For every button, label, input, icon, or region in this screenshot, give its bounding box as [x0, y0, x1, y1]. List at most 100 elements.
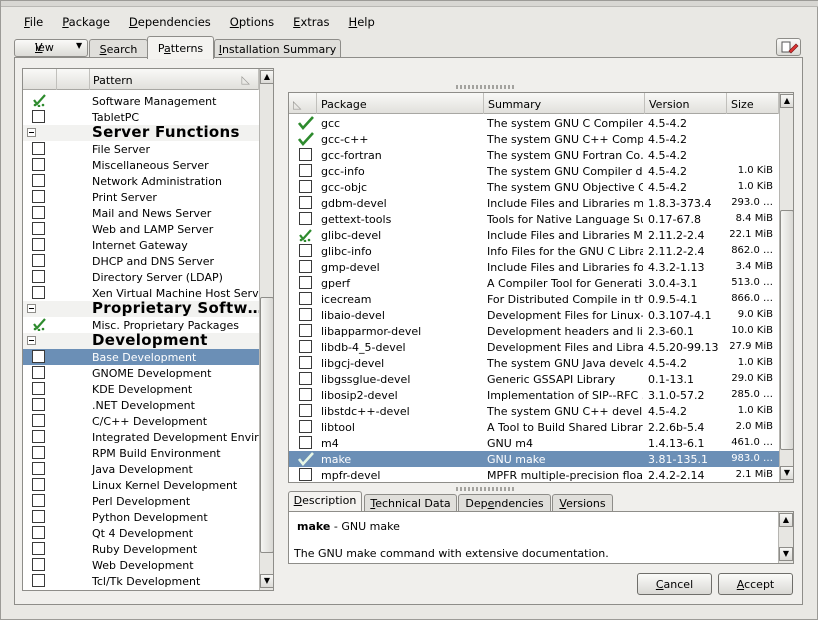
scroll-down-arrow-icon[interactable]: ▼ [779, 547, 793, 561]
package-checkbox[interactable] [299, 212, 312, 225]
auto-install-check-icon[interactable] [32, 93, 46, 108]
pattern-row[interactable]: Internet Gateway [23, 237, 259, 253]
package-row[interactable]: mpfr-devel MPFR multiple-precision floati… [289, 467, 779, 482]
pattern-checkbox[interactable] [32, 382, 45, 395]
pattern-row[interactable]: Java Development [23, 461, 259, 477]
pattern-row[interactable]: KDE Development [23, 381, 259, 397]
view-menu-button[interactable]: View ▼ [14, 39, 88, 57]
scroll-up-arrow-icon[interactable]: ▲ [260, 70, 273, 84]
pattern-row[interactable]: Integrated Development Envir… [23, 429, 270, 445]
pattern-checkbox[interactable] [32, 174, 45, 187]
package-row[interactable]: gdbm-devel Include Files and Libraries ma… [289, 195, 779, 211]
package-row[interactable]: gcc-objc The system GNU Objective C… 4.5-4… [289, 179, 779, 195]
scroll-up-arrow-icon[interactable]: ▲ [779, 513, 793, 527]
package-row[interactable]: gcc The system GNU C Compiler 4.5-4.2 [289, 115, 779, 131]
pattern-scroll-thumb[interactable] [260, 297, 273, 553]
package-scroll-thumb[interactable] [780, 210, 793, 450]
package-row[interactable]: icecream For Distributed Compile in th… 0.… [289, 291, 779, 307]
pattern-row[interactable]: Tcl/Tk Development [23, 573, 259, 589]
package-row[interactable]: m4 GNU m4 1.4.13-6.1 461.0 … [289, 435, 779, 451]
tab-dependencies[interactable]: Dependencies [458, 494, 551, 511]
pattern-row[interactable]: RPM Build Environment [23, 445, 259, 461]
accept-button[interactable]: Accept [718, 573, 793, 595]
pattern-checkbox[interactable] [32, 494, 45, 507]
pattern-checkbox[interactable] [32, 158, 45, 171]
package-checkbox[interactable] [299, 292, 312, 305]
package-column-header[interactable]: Package [317, 93, 484, 114]
pattern-row[interactable]: Print Server [23, 189, 259, 205]
package-row[interactable]: libaio-devel Development Files for Linux-… [289, 307, 779, 323]
tab-search[interactable]: Search [89, 39, 148, 59]
package-checkbox[interactable] [299, 260, 312, 273]
collapse-minus-icon[interactable] [27, 336, 36, 345]
package-checkbox[interactable] [299, 180, 312, 193]
tab-description[interactable]: Description [288, 491, 362, 511]
pattern-checkbox[interactable] [32, 398, 45, 411]
package-checkbox[interactable] [299, 324, 312, 337]
package-table-scrollbar[interactable]: ▲ ▼ [779, 93, 793, 482]
pattern-row[interactable]: C/C++ Development [23, 413, 259, 429]
package-checkbox[interactable] [299, 196, 312, 209]
package-checkbox[interactable] [299, 308, 312, 321]
menu-item-options[interactable]: Options [217, 13, 280, 33]
scroll-down-arrow-icon[interactable]: ▼ [260, 574, 273, 588]
tab-patterns[interactable]: Patterns [147, 36, 214, 59]
pattern-row[interactable]: Web and LAMP Server [23, 221, 259, 237]
pattern-row[interactable]: Linux Kernel Development [23, 477, 259, 493]
package-checkbox[interactable] [299, 388, 312, 401]
pattern-checkbox[interactable] [32, 414, 45, 427]
splitter-grip[interactable] [456, 85, 516, 89]
icon-column-header[interactable] [57, 69, 90, 90]
package-checkbox[interactable] [299, 436, 312, 449]
pattern-row[interactable]: Ruby Development [23, 541, 259, 557]
package-row[interactable]: libapparmor-devel Development headers and… [289, 323, 779, 339]
tab-technical-data[interactable]: Technical Data [364, 494, 457, 511]
collapse-minus-icon[interactable] [27, 304, 36, 313]
package-row[interactable]: libgcj-devel The system GNU Java develo… 4… [289, 355, 779, 371]
status-column-header[interactable]: ◺ [289, 93, 317, 114]
menu-item-file[interactable]: File [11, 13, 49, 33]
pattern-checkbox[interactable] [32, 462, 45, 475]
package-row[interactable]: gmp-devel Include Files and Libraries for… [289, 259, 779, 275]
package-row[interactable]: gcc-c++ The system GNU C++ Comp… 4.5-4.2 [289, 131, 779, 147]
pattern-row[interactable]: File Server [23, 141, 259, 157]
pattern-checkbox[interactable] [32, 574, 45, 587]
package-checkbox[interactable] [299, 164, 312, 177]
pattern-checkbox[interactable] [32, 446, 45, 459]
package-row[interactable]: glibc-devel Include Files and Libraries M… [289, 227, 779, 243]
pattern-category[interactable]: Development [23, 331, 259, 349]
pattern-checkbox[interactable] [32, 510, 45, 523]
pattern-checkbox[interactable] [32, 190, 45, 203]
pattern-checkbox[interactable] [32, 254, 45, 267]
pattern-checkbox[interactable] [32, 206, 45, 219]
pattern-row[interactable]: Miscellaneous Server [23, 157, 259, 173]
pattern-row[interactable]: GNOME Development [23, 365, 259, 381]
version-column-header[interactable]: Version [645, 93, 727, 114]
package-checkbox[interactable] [299, 404, 312, 417]
tab-installation-summary[interactable]: Installation Summary [214, 39, 341, 59]
package-row[interactable]: libosip2-devel Implementation of SIP--RFC… [289, 387, 779, 403]
scroll-down-arrow-icon[interactable]: ▼ [780, 466, 793, 480]
pattern-checkbox[interactable] [32, 350, 45, 363]
pattern-category[interactable]: Proprietary Softw… [23, 299, 263, 317]
pattern-checkbox[interactable] [32, 222, 45, 235]
menu-item-package[interactable]: Package [49, 13, 116, 33]
package-checkbox[interactable] [299, 276, 312, 289]
package-row[interactable]: gcc-fortran The system GNU Fortran Co… 4.5… [289, 147, 779, 163]
package-checkbox[interactable] [299, 340, 312, 353]
pattern-row[interactable]: Perl Development [23, 493, 259, 509]
menu-item-extras[interactable]: Extras [280, 13, 335, 33]
pattern-row[interactable]: Directory Server (LDAP) [23, 269, 259, 285]
pattern-checkbox[interactable] [32, 430, 45, 443]
splitter-grip-lower[interactable] [456, 487, 516, 491]
size-column-header[interactable]: Size [727, 93, 779, 114]
pattern-checkbox[interactable] [32, 478, 45, 491]
pattern-row[interactable]: Network Administration [23, 173, 259, 189]
pattern-checkbox[interactable] [32, 542, 45, 555]
pattern-row[interactable]: Mail and News Server [23, 205, 259, 221]
package-row[interactable]: gcc-info The system GNU Compiler d… 4.5-4.… [289, 163, 779, 179]
package-checkbox[interactable] [299, 420, 312, 433]
pattern-row[interactable]: Python Development [23, 509, 259, 525]
package-checkbox[interactable] [299, 356, 312, 369]
pattern-row[interactable]: Base Development [23, 349, 259, 365]
